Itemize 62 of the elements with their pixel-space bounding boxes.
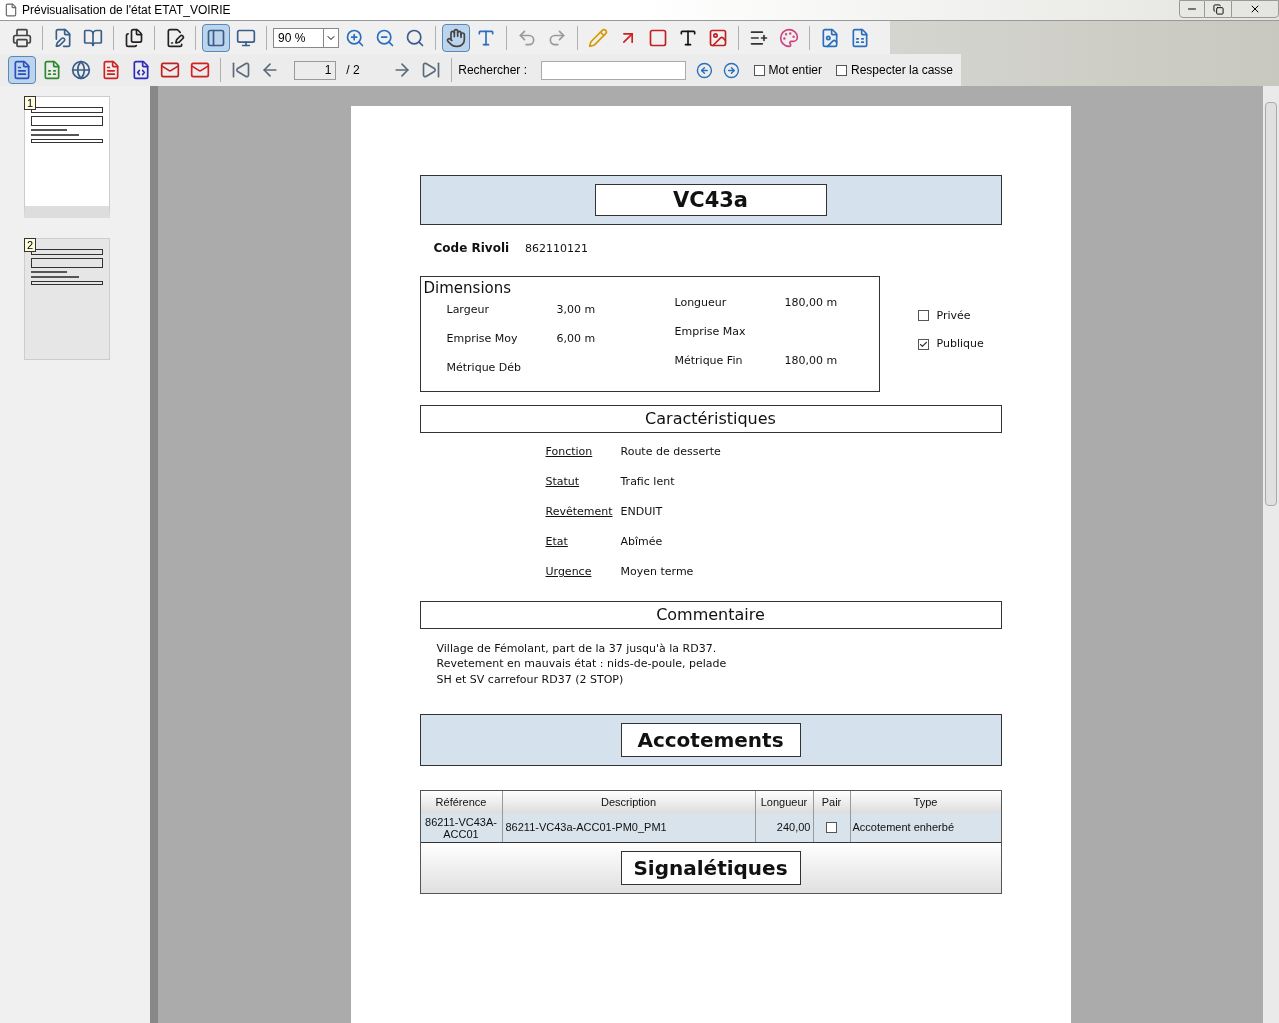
restore-icon <box>1212 3 1224 15</box>
field-label: Emprise Max <box>674 323 747 340</box>
checkbox-label: Mot entier <box>768 62 822 79</box>
page-preview-drawing <box>31 249 103 285</box>
restore-button[interactable] <box>1205 0 1231 18</box>
checkbox-label: Respecter la casse <box>850 62 953 79</box>
section-title: Signalétiques <box>620 851 801 885</box>
hand-icon[interactable] <box>442 23 470 52</box>
field-value: 180,00 m <box>784 352 838 369</box>
comment-text: Village de Fémolant, part de la 37 jusqu'à la RD37. Revetement en mauvais état : nids-de-poule, pelade SH et SV carrefour RD37 (2 STOP) <box>436 640 728 687</box>
checkbox[interactable] <box>826 822 837 833</box>
field-label: Emprise Moy <box>446 330 519 347</box>
checkbox[interactable] <box>835 64 847 76</box>
page-field[interactable]: 1 <box>294 60 337 80</box>
field-value: Moyen terme <box>620 564 694 581</box>
checkbox-label: Privée <box>936 307 971 324</box>
previous-result-icon[interactable] <box>696 61 713 79</box>
column-header: Type <box>912 794 939 810</box>
next-result-icon[interactable] <box>722 61 740 79</box>
field-value: Route de desserte <box>620 444 721 461</box>
checkbox[interactable] <box>917 310 929 322</box>
page-count: / 2 <box>346 62 361 79</box>
field-label: Fonction <box>545 444 594 461</box>
field-label: Métrique Fin <box>674 352 744 369</box>
document-icon <box>4 3 18 17</box>
field-value: 180,00 m <box>784 294 838 311</box>
field-value: Trafic lent <box>620 474 675 491</box>
window-title: Prévisualisation de l'état ETAT_VOIRIE <box>22 2 231 19</box>
field-label: Code Rivoli <box>433 240 510 257</box>
field-label: Longueur <box>674 294 728 311</box>
table-cell-text: Accotement enherbé <box>851 820 955 836</box>
page-thumbnail[interactable]: 1 <box>24 96 110 218</box>
page-preview-drawing <box>31 107 103 143</box>
section-title: VC43a <box>594 184 827 216</box>
close-icon <box>1249 3 1261 15</box>
field-value: Abîmée <box>620 534 663 551</box>
field-value: ENDUIT <box>620 504 663 521</box>
zoom-dropdown[interactable]: 90 % <box>273 27 339 48</box>
checkbox[interactable] <box>753 64 765 76</box>
field-value: 862110121 <box>525 241 589 257</box>
scrollbar[interactable] <box>1263 86 1279 1023</box>
field-label: Statut <box>545 474 581 491</box>
page-thumbnail[interactable]: 2 <box>24 238 110 360</box>
field-value: 3,00 m <box>556 301 596 318</box>
field-label: Etat <box>545 534 569 551</box>
section-title: Commentaire <box>656 603 765 626</box>
section-title: Accotements <box>620 723 801 757</box>
search-field[interactable] <box>541 60 686 80</box>
field-label: Urgence <box>545 564 593 581</box>
section-title: Caractéristiques <box>645 407 776 430</box>
checkbox-label: Publique <box>936 336 984 352</box>
field-value: 6,00 m <box>556 330 596 347</box>
search-label: Rechercher : <box>458 62 527 79</box>
checkbox[interactable] <box>917 338 929 350</box>
sidebar-icon[interactable] <box>202 23 230 52</box>
minimize-button[interactable] <box>1179 0 1205 18</box>
panel-title: Dimensions <box>423 277 513 299</box>
page-number: 1 <box>24 96 37 110</box>
page-number: 2 <box>24 238 37 252</box>
field-label: Revêtement <box>545 504 614 521</box>
field-label: Métrique Déb <box>446 359 523 376</box>
field-label: Largeur <box>446 301 490 318</box>
